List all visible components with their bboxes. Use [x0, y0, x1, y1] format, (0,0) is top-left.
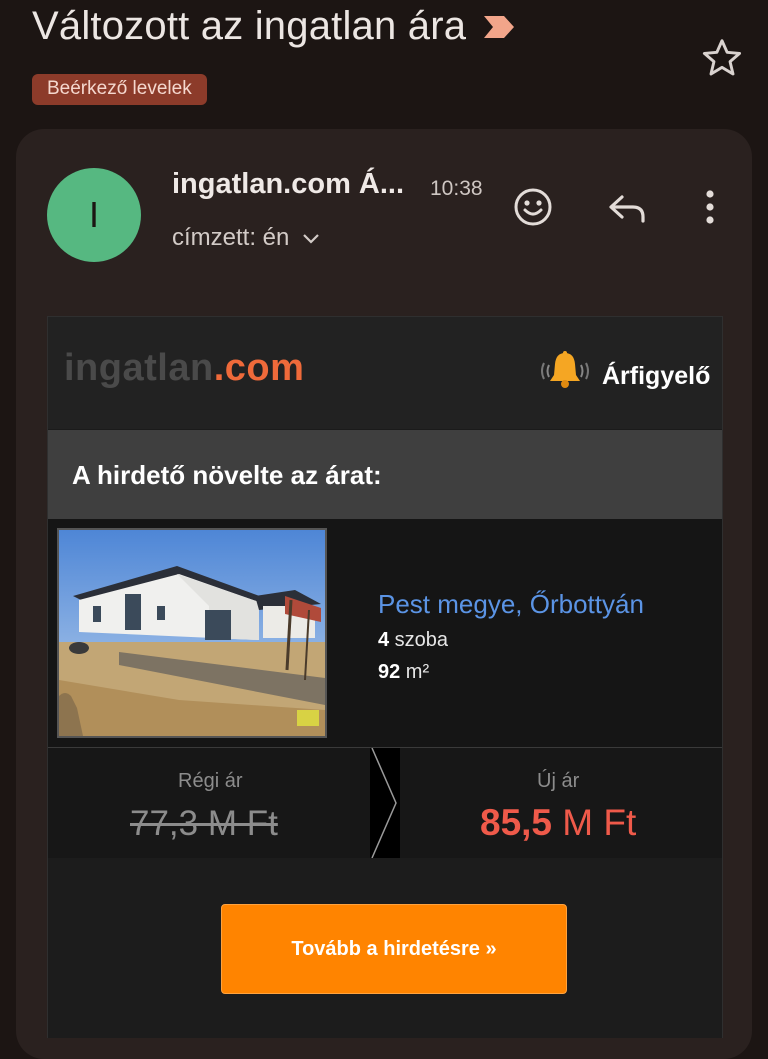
price-watch-label: Árfigyelő: [602, 362, 711, 390]
cta-section: Tovább a hirdetésre »: [48, 858, 722, 1038]
label-chip-inbox[interactable]: Beérkező levelek: [32, 74, 207, 105]
old-price: 77,3 M Ft: [130, 804, 278, 843]
area-unit: m²: [400, 661, 430, 683]
brand-logo-part2: .com: [213, 347, 305, 389]
message-time: 10:38: [430, 177, 483, 200]
recipient-text: címzett: én: [172, 224, 290, 251]
new-price-value: 85,5: [480, 802, 553, 843]
email-header-bar: ingatlan.com Árfigyelő: [48, 317, 722, 429]
price-comparison: Régi ár 77,3 M Ft Új ár 85,5 M Ft: [48, 747, 722, 859]
new-price-unit: M Ft: [552, 802, 637, 843]
listing-card: Pest megye, Őrbottyán 4 szoba 92 m²: [48, 519, 722, 747]
notice-bar: A hirdető növelte az árat:: [48, 430, 722, 519]
importance-marker-icon[interactable]: [482, 14, 516, 40]
new-price-label: Új ár: [537, 770, 580, 792]
new-price: 85,5 M Ft: [480, 802, 636, 844]
subject-text: Változott az ingatlan ára: [32, 4, 467, 48]
chevron-down-icon: [303, 234, 320, 244]
bell-icon: [541, 351, 589, 388]
property-photo[interactable]: [57, 528, 327, 738]
more-vert-icon[interactable]: [688, 186, 732, 230]
divider-chevron-icon: [370, 748, 400, 858]
listing-area: 92 m²: [378, 661, 429, 684]
area-value: 92: [378, 661, 401, 683]
star-outline-icon[interactable]: [700, 36, 744, 80]
old-price-label: Régi ár: [178, 770, 243, 792]
smiley-icon[interactable]: [511, 185, 555, 229]
rooms-value: 4: [378, 629, 390, 651]
brand-logo[interactable]: ingatlan.com: [64, 347, 304, 390]
recipient-details[interactable]: címzett: én: [172, 224, 321, 252]
brand-logo-part1: ingatlan: [64, 347, 214, 389]
rooms-unit: szoba: [389, 629, 449, 651]
view-listing-button[interactable]: Tovább a hirdetésre »: [221, 904, 567, 994]
notice-text: A hirdető növelte az árat:: [72, 460, 382, 490]
avatar[interactable]: I: [47, 168, 141, 262]
house-image: [59, 530, 325, 736]
listing-location-link[interactable]: Pest megye, Őrbottyán: [378, 589, 644, 620]
email-subject: Változott az ingatlan ára: [32, 4, 516, 49]
reply-icon[interactable]: [605, 188, 649, 232]
email-body: ingatlan.com Árfigyelő A hirdető növelte…: [47, 316, 723, 1038]
listing-rooms: 4 szoba: [378, 629, 448, 652]
sender-name[interactable]: ingatlan.com Á...: [172, 168, 404, 201]
